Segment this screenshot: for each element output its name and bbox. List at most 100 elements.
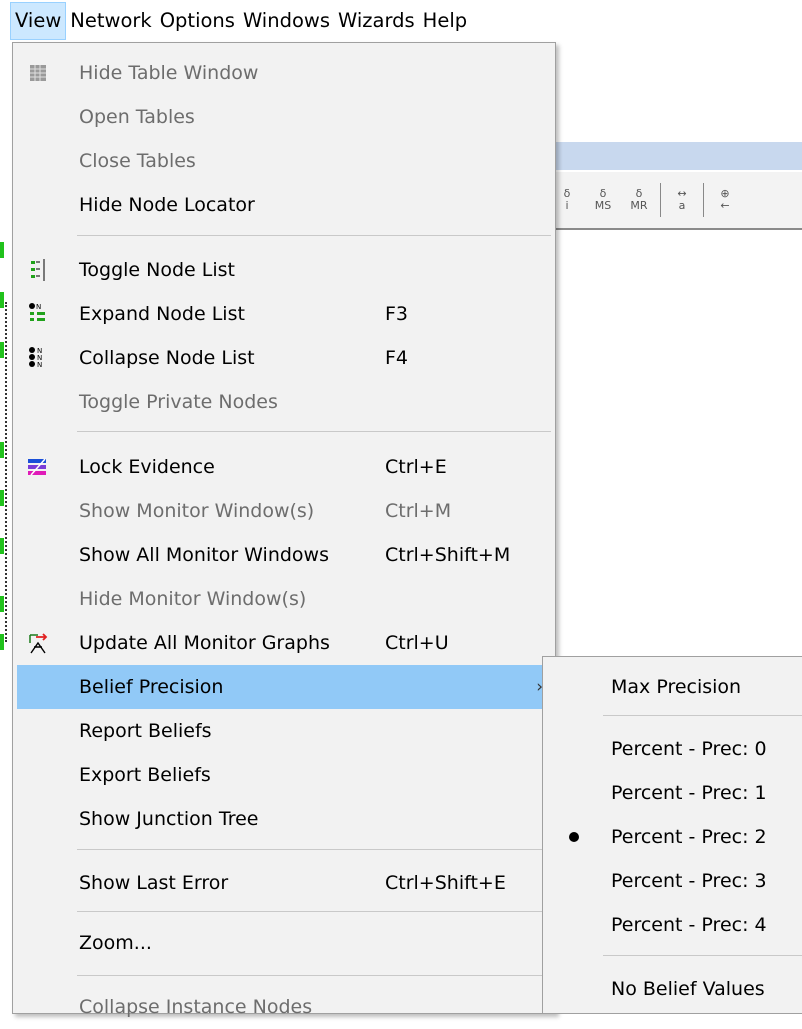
node-list-icon <box>25 257 51 283</box>
menu-item-label: Hide Monitor Window(s) <box>79 588 307 610</box>
menu-item-label: Show Last Error <box>79 872 229 894</box>
window-title-strip <box>548 142 802 170</box>
menu-item-label: Close Tables <box>79 150 196 172</box>
submenu-item-label: Percent - Prec: 2 <box>611 826 767 848</box>
collapse-list-icon: NNN <box>25 345 51 371</box>
menu-help[interactable]: Help <box>419 2 471 40</box>
menu-item-label: Expand Node List <box>79 303 245 325</box>
submenu-item-percent-prec-0[interactable]: Percent - Prec: 0 <box>547 727 802 771</box>
menu-item-label: Show All Monitor Windows <box>79 544 329 566</box>
menu-item-belief-precision[interactable]: Belief Precision › <box>17 665 553 709</box>
menu-item-shortcut: F3 <box>385 303 409 325</box>
menu-item-shortcut: F4 <box>385 347 409 369</box>
menu-separator <box>603 955 802 956</box>
menu-item-label: Collapse Instance Nodes <box>79 996 313 1018</box>
menu-item-hide-table-window[interactable]: Hide Table Window <box>17 51 553 95</box>
toolbar-fragment: δi δ MS δ MR ↔ a ⊕ ← <box>548 172 802 230</box>
toolbar-button[interactable]: δ MR <box>624 180 654 220</box>
menu-item-expand-node-list[interactable]: N Expand Node List F3 <box>17 292 553 336</box>
toolbar-separator <box>703 183 704 217</box>
svg-text:N: N <box>36 303 41 311</box>
node-marker <box>0 634 4 650</box>
node-marker <box>0 342 4 358</box>
update-graphs-icon <box>25 630 51 656</box>
submenu-item-percent-prec-1[interactable]: Percent - Prec: 1 <box>547 771 802 815</box>
menu-item-show-monitor-windows[interactable]: Show Monitor Window(s) Ctrl+M <box>17 489 553 533</box>
submenu-item-label: Percent - Prec: 1 <box>611 782 767 804</box>
toolbar-button-sub: MR <box>630 199 648 212</box>
submenu-item-percent-prec-3[interactable]: Percent - Prec: 3 <box>547 859 802 903</box>
view-menu-dropdown: Hide Table Window Open Tables Close Tabl… <box>12 42 556 1018</box>
expand-list-icon: N <box>25 301 51 327</box>
menu-network[interactable]: Network <box>66 2 155 40</box>
svg-text:N: N <box>37 361 42 369</box>
menu-item-open-tables[interactable]: Open Tables <box>17 95 553 139</box>
menu-item-hide-node-locator[interactable]: Hide Node Locator <box>17 183 553 227</box>
menu-item-report-beliefs[interactable]: Report Beliefs <box>17 709 553 753</box>
menu-item-label: Collapse Node List <box>79 347 255 369</box>
toolbar-button-sub: a <box>678 199 686 212</box>
toolbar-button[interactable]: ↔ a <box>667 180 697 220</box>
menu-item-label: Lock Evidence <box>79 456 215 478</box>
node-marker <box>0 292 4 308</box>
radio-bullet-icon <box>569 832 579 842</box>
menu-item-label: Hide Table Window <box>79 62 259 84</box>
menu-separator <box>77 235 551 236</box>
menu-item-shortcut: Ctrl+M <box>385 500 452 522</box>
submenu-item-max-precision[interactable]: Max Precision <box>547 665 802 709</box>
menu-item-shortcut: Ctrl+Shift+M <box>385 544 511 566</box>
menubar: View Network Options Windows Wizards Hel… <box>0 0 802 42</box>
menu-item-close-tables[interactable]: Close Tables <box>17 139 553 183</box>
toolbar-button-sub: MS <box>594 199 612 212</box>
menu-separator <box>603 715 802 716</box>
menu-windows[interactable]: Windows <box>239 2 334 40</box>
menu-item-label: Report Beliefs <box>79 720 212 742</box>
menu-item-shortcut: Ctrl+Shift+E <box>385 872 506 894</box>
node-marker <box>0 242 4 258</box>
toolbar-button-sub: i <box>565 199 569 212</box>
toolbar-button[interactable]: δ MS <box>588 180 618 220</box>
menu-separator <box>77 849 551 850</box>
lock-evidence-icon <box>25 454 51 480</box>
toolbar-separator <box>660 183 661 217</box>
menu-item-label: Update All Monitor Graphs <box>79 632 330 654</box>
toolbar-button[interactable]: δi <box>552 180 582 220</box>
menu-item-collapse-node-list[interactable]: NNN Collapse Node List F4 <box>17 336 553 380</box>
menu-item-show-junction-tree[interactable]: Show Junction Tree <box>17 797 553 841</box>
menu-item-label: Hide Node Locator <box>79 194 255 216</box>
menu-item-toggle-private-nodes[interactable]: Toggle Private Nodes <box>17 380 553 424</box>
menu-item-lock-evidence[interactable]: Lock Evidence Ctrl+E <box>17 445 553 489</box>
submenu-item-label: Percent - Prec: 0 <box>611 738 767 760</box>
menu-wizards[interactable]: Wizards <box>334 2 419 40</box>
menu-item-label: Show Monitor Window(s) <box>79 500 315 522</box>
menu-item-shortcut: Ctrl+U <box>385 632 449 654</box>
menu-separator <box>77 975 551 976</box>
menu-item-zoom[interactable]: Zoom... <box>17 921 553 965</box>
submenu-item-label: Percent - Prec: 4 <box>611 914 767 936</box>
submenu-item-label: Max Precision <box>611 676 742 698</box>
node-marker <box>0 442 4 458</box>
toolbar-button-sub: ← <box>720 199 730 212</box>
submenu-item-percent-prec-4[interactable]: Percent - Prec: 4 <box>547 903 802 947</box>
table-icon <box>25 60 51 86</box>
menu-options[interactable]: Options <box>156 2 239 40</box>
menu-item-label: Toggle Private Nodes <box>79 391 278 413</box>
menu-separator <box>77 911 551 912</box>
menu-item-export-beliefs[interactable]: Export Beliefs <box>17 753 553 797</box>
menu-item-label: Show Junction Tree <box>79 808 259 830</box>
submenu-item-label: No Belief Values <box>611 978 765 1000</box>
menu-item-toggle-node-list[interactable]: Toggle Node List <box>17 248 553 292</box>
menu-item-label: Zoom... <box>79 932 152 954</box>
menu-item-label: Open Tables <box>79 106 195 128</box>
menu-item-update-all-monitor-graphs[interactable]: Update All Monitor Graphs Ctrl+U <box>17 621 553 665</box>
submenu-item-percent-prec-2[interactable]: Percent - Prec: 2 <box>547 815 802 859</box>
menu-item-show-last-error[interactable]: Show Last Error Ctrl+Shift+E <box>17 861 553 905</box>
submenu-item-no-belief-values[interactable]: No Belief Values <box>547 967 802 1011</box>
menu-item-hide-monitor-windows[interactable]: Hide Monitor Window(s) <box>17 577 553 621</box>
menu-item-shortcut: Ctrl+E <box>385 456 447 478</box>
toolbar-button[interactable]: ⊕ ← <box>710 180 740 220</box>
menu-item-collapse-instance-nodes[interactable]: Collapse Instance Nodes <box>17 985 553 1029</box>
tree-lines <box>5 302 7 642</box>
menu-view[interactable]: View <box>10 2 67 40</box>
menu-item-show-all-monitor-windows[interactable]: Show All Monitor Windows Ctrl+Shift+M <box>17 533 553 577</box>
